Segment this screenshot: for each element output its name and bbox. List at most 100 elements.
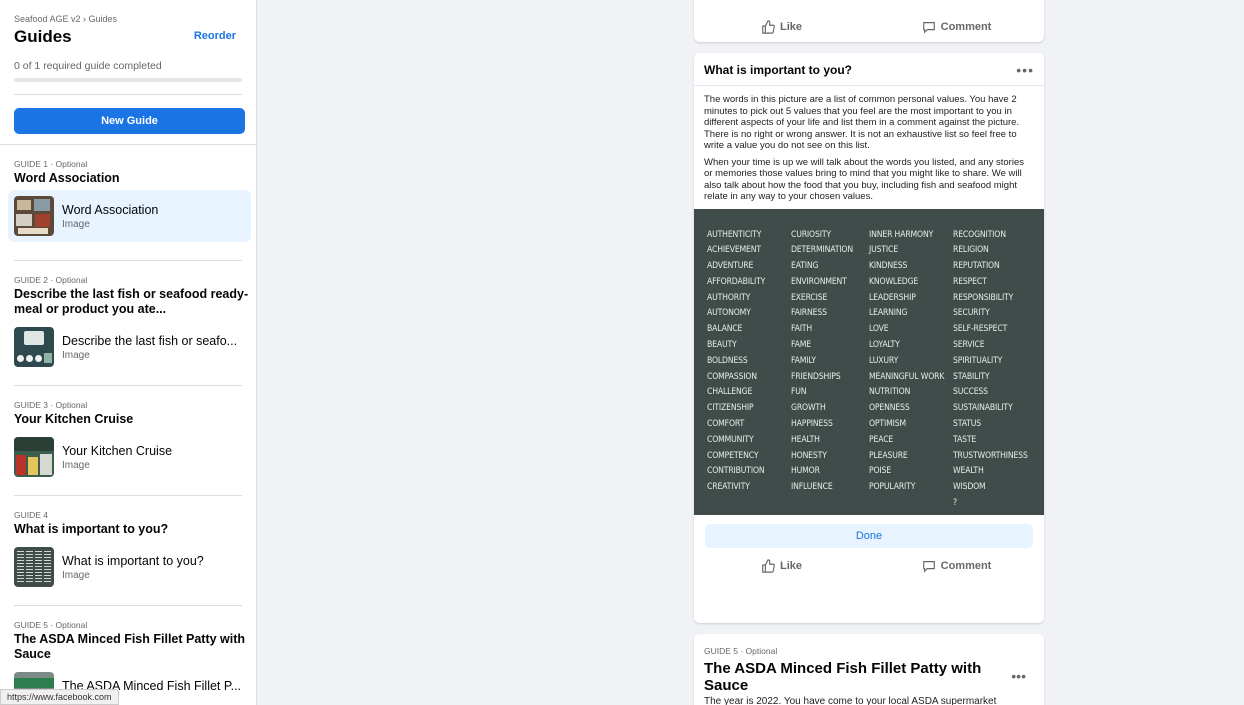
- post-paragraph: The words in this picture are a list of …: [704, 94, 1020, 151]
- values-image[interactable]: AUTHENTICITY ACHIEVEMENT ADVENTURE AFFORDAB…: [694, 208, 1044, 515]
- guide-item-title: What is important to you?: [62, 553, 204, 568]
- value-word: AFFORDABILITY: [707, 276, 766, 287]
- post-header: What is important to you? •••: [694, 53, 1044, 86]
- values-column: CURIOSITY DETERMINATION EATING ENVIRONMENT E…: [791, 228, 869, 515]
- guide-item-type: Image: [62, 569, 90, 581]
- comment-label: Comment: [940, 21, 992, 33]
- value-word: COMFORT: [707, 419, 745, 430]
- value-word: LOYALTY: [869, 340, 900, 351]
- value-word: SECURITY: [953, 308, 990, 319]
- last-fish-thumbnail: [14, 327, 54, 367]
- guide-item-important-to-you[interactable]: What is important to you? Image: [8, 541, 251, 593]
- value-word: AUTHORITY: [707, 292, 751, 303]
- guide-item-title: Word Association: [62, 202, 159, 217]
- post-paragraph: When your time is up we will talk about …: [704, 156, 1024, 203]
- value-word: JUSTICE: [869, 245, 898, 256]
- values-column: INNER HARMONY JUSTICE KINDNESS KNOWLEDGE LEA…: [869, 228, 953, 515]
- guide-item-type: Image: [62, 349, 90, 361]
- value-word: COMPETENCY: [707, 450, 759, 461]
- thumbs-up-icon: [762, 20, 775, 34]
- reorder-button[interactable]: Reorder: [194, 30, 236, 42]
- value-word: CITIZENSHIP: [707, 403, 754, 414]
- value-word: GROWTH: [791, 403, 826, 414]
- guide-meta: GUIDE 3 · Optional: [14, 400, 88, 410]
- guide-meta: GUIDE 4: [14, 510, 49, 520]
- guide-section-2: GUIDE 2 · Optional Describe the last fis…: [0, 261, 256, 373]
- value-word: EXERCISE: [791, 292, 828, 303]
- more-options-icon[interactable]: •••: [1011, 668, 1026, 684]
- value-word: INNER HARMONY: [869, 229, 934, 240]
- post-actions: Like Comment: [694, 12, 1044, 42]
- values-column: RECOGNITION RELIGION REPUTATION RESPECT RESP…: [953, 228, 1043, 515]
- value-word: HUMOR: [791, 466, 820, 477]
- progress-text: 0 of 1 required guide completed: [14, 60, 162, 72]
- value-word: FRIENDSHIPS: [791, 371, 841, 382]
- value-word: ?: [953, 498, 957, 509]
- post-title: What is important to you?: [704, 63, 852, 77]
- post-card-asda: GUIDE 5 · Optional The ASDA Minced Fish …: [694, 634, 1044, 705]
- value-word: TASTE: [953, 434, 977, 445]
- value-word: ENVIRONMENT: [791, 276, 847, 287]
- value-word: WISDOM: [953, 482, 986, 493]
- value-word: CONTRIBUTION: [707, 466, 765, 477]
- value-word: FAITH: [791, 324, 813, 335]
- status-bar-url: https://www.facebook.com: [0, 689, 119, 705]
- divider: [14, 94, 242, 95]
- value-word: LEARNING: [869, 308, 908, 319]
- guide-item-word-association[interactable]: Word Association Image: [8, 190, 251, 242]
- value-word: FAIRNESS: [791, 308, 827, 319]
- guide-item-last-fish[interactable]: Describe the last fish or seafo... Image: [8, 321, 251, 373]
- value-word: STABILITY: [953, 371, 990, 382]
- value-word: LUXURY: [869, 355, 899, 366]
- value-word: RESPONSIBILITY: [953, 292, 1014, 303]
- guide-section-4: GUIDE 4 What is important to you? What i…: [0, 496, 256, 593]
- kitchen-cruise-thumbnail: [14, 437, 54, 477]
- guide-meta: GUIDE 5 · Optional: [704, 646, 778, 656]
- more-options-icon[interactable]: •••: [1016, 63, 1034, 77]
- guide-title: What is important to you?: [14, 522, 169, 536]
- guide-item-kitchen-cruise[interactable]: Your Kitchen Cruise Image: [8, 431, 251, 483]
- value-word: RECOGNITION: [953, 229, 1006, 240]
- post-card-important: What is important to you? ••• The words …: [694, 53, 1044, 623]
- new-guide-button[interactable]: New Guide: [14, 108, 245, 134]
- value-word: FUN: [791, 387, 807, 398]
- value-word: COMMUNITY: [707, 434, 754, 445]
- value-word: LOVE: [869, 324, 889, 335]
- value-word: WEALTH: [953, 466, 984, 477]
- like-button[interactable]: Like: [694, 20, 869, 34]
- comment-button[interactable]: Comment: [869, 559, 1044, 573]
- thumbs-up-icon: [762, 558, 775, 573]
- value-word: NUTRITION: [869, 387, 911, 398]
- value-word: KINDNESS: [869, 261, 908, 272]
- guide-item-title: Your Kitchen Cruise: [62, 443, 173, 458]
- guide-title: Your Kitchen Cruise: [14, 412, 134, 426]
- value-word: AUTONOMY: [707, 308, 751, 319]
- value-word: SPIRITUALITY: [953, 355, 1003, 366]
- comment-label: Comment: [940, 559, 992, 572]
- value-word: RELIGION: [953, 245, 989, 256]
- post-body: The words in this picture are a list of …: [694, 86, 1044, 209]
- value-word: ADVENTURE: [707, 261, 754, 272]
- values-column: AUTHENTICITY ACHIEVEMENT ADVENTURE AFFORDAB…: [707, 228, 791, 515]
- guide-item-type: Image: [62, 218, 90, 230]
- guide-meta: GUIDE 1 · Optional: [14, 159, 88, 169]
- value-word: AUTHENTICITY: [707, 229, 762, 240]
- value-word: OPENNESS: [869, 403, 910, 414]
- guide-item-type: Image: [62, 459, 90, 471]
- value-word: PLEASURE: [869, 450, 908, 461]
- value-word: HEALTH: [791, 434, 820, 445]
- comment-icon: [922, 22, 935, 34]
- breadcrumb[interactable]: Seafood AGE v2 › Guides: [14, 14, 242, 24]
- value-word: SUSTAINABILITY: [953, 403, 1013, 414]
- value-word: HAPPINESS: [791, 419, 833, 430]
- comment-icon: [922, 560, 935, 573]
- post-actions: Like Comment: [694, 551, 1044, 581]
- value-word: MEANINGFUL WORK: [869, 371, 945, 382]
- comment-button[interactable]: Comment: [869, 20, 1044, 34]
- value-word: TRUSTWORTHINESS: [953, 450, 1028, 461]
- guide-item-title: Describe the last fish or seafo...: [62, 333, 238, 348]
- done-button[interactable]: Done: [705, 523, 1033, 548]
- like-label: Like: [779, 559, 802, 572]
- like-button[interactable]: Like: [694, 558, 869, 573]
- value-word: POISE: [869, 466, 891, 477]
